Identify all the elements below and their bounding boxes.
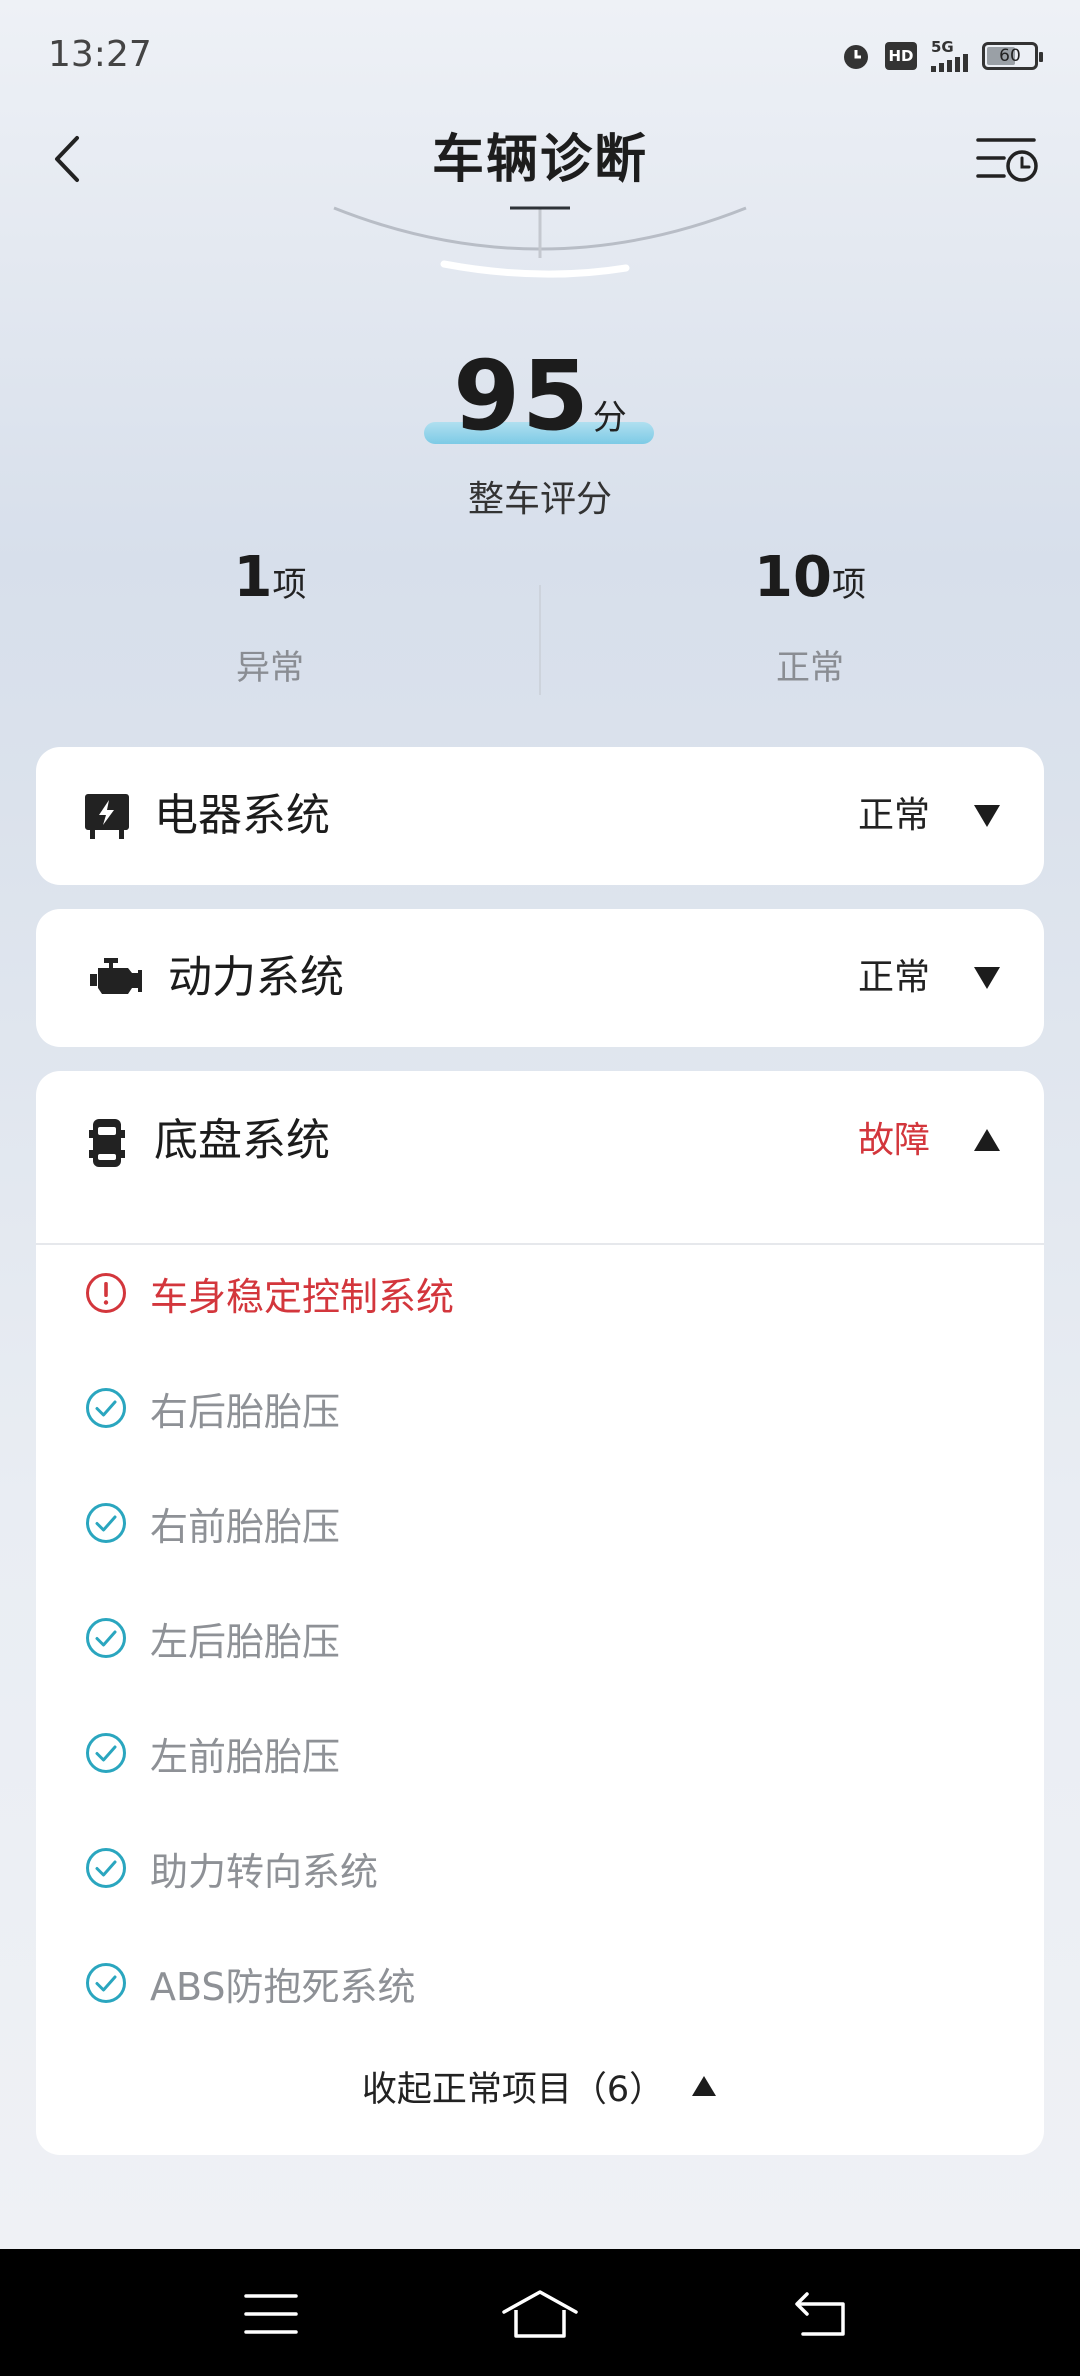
return-icon: [795, 2292, 845, 2336]
abnormal-label: 异常: [236, 648, 304, 688]
check-circle-icon: [84, 1961, 128, 2005]
check-circle-icon: [84, 1731, 128, 1775]
check-circle-icon: [84, 1846, 128, 1890]
collapse-label: 收起正常项目（6）: [361, 2069, 665, 2110]
battery-icon: 60: [982, 42, 1043, 70]
card-chassis-system: 底盘系统 故障 车身稳定控制系统 右后胎胎压 右前胎胎压 左后胎胎压 左前胎胎压…: [36, 1071, 1044, 2155]
chassis-system-name: 底盘系统: [154, 1115, 330, 1166]
chassis-item-label: 助力转向系统: [150, 1849, 379, 1894]
electric-system-status: 正常: [857, 795, 930, 836]
power-system-name: 动力系统: [168, 952, 344, 1003]
chassis-icon: [80, 1116, 134, 1170]
chassis-item-label: 左前胎胎压: [150, 1734, 341, 1779]
chassis-item-rear-right-tire[interactable]: 右后胎胎压: [84, 1373, 984, 1443]
system-nav-bar: [0, 2249, 1080, 2376]
chassis-item-abs[interactable]: ABS防抱死系统: [84, 1948, 984, 2018]
triangle-up-icon: [690, 2074, 718, 2098]
summary-stats: 1项 异常 10项 正常: [0, 545, 1080, 705]
menu-icon: [244, 2294, 298, 2334]
battery-level: 60: [999, 46, 1021, 66]
chassis-divider: [36, 1243, 1044, 1245]
hd-icon: HD: [885, 42, 917, 70]
chassis-item-label: ABS防抱死系统: [150, 1964, 416, 2009]
electric-system-toggle[interactable]: [970, 799, 1004, 833]
card-power-system: 动力系统 正常: [36, 909, 1044, 1047]
electric-system-name: 电器系统: [154, 790, 330, 841]
status-time: 13:27: [48, 34, 152, 75]
power-system-toggle[interactable]: [970, 961, 1004, 995]
power-system-header[interactable]: 动力系统 正常: [36, 909, 1044, 1047]
triangle-up-icon: [974, 1129, 1000, 1151]
normal-count: 10: [754, 545, 832, 610]
chassis-item-rear-left-tire[interactable]: 左后胎胎压: [84, 1603, 984, 1673]
header: 车辆诊断: [0, 110, 1080, 210]
page-title: 车辆诊断: [431, 130, 648, 190]
chassis-item-label: 右后胎胎压: [150, 1389, 341, 1434]
chassis-item-power-steering[interactable]: 助力转向系统: [84, 1833, 984, 1903]
normal-label: 正常: [776, 648, 844, 688]
chassis-item-label: 右前胎胎压: [150, 1504, 341, 1549]
home-icon: [502, 2290, 578, 2338]
check-circle-icon: [84, 1616, 128, 1660]
collapse-normal-items-button[interactable]: 收起正常项目（6）: [36, 2056, 1044, 2116]
chassis-item-esc[interactable]: 车身稳定控制系统: [84, 1258, 984, 1328]
overall-score: 95 分: [453, 340, 627, 452]
car-illustration: [333, 206, 747, 278]
triangle-down-icon: [974, 967, 1000, 989]
score-label: 整车评分: [467, 479, 612, 520]
chassis-item-label: 车身稳定控制系统: [150, 1274, 455, 1319]
engine-icon: [86, 951, 146, 1005]
chassis-item-front-right-tire[interactable]: 右前胎胎压: [84, 1488, 984, 1558]
signal-icon: 5G: [931, 40, 968, 72]
chassis-item-front-left-tire[interactable]: 左前胎胎压: [84, 1718, 984, 1788]
card-electric-system: 电器系统 正常: [36, 747, 1044, 885]
home-button[interactable]: [495, 2279, 585, 2349]
chassis-system-status: 故障: [857, 1120, 930, 1161]
check-circle-icon: [84, 1501, 128, 1545]
triangle-down-icon: [974, 805, 1000, 827]
history-list-icon: [976, 138, 1038, 182]
history-button[interactable]: [972, 124, 1044, 194]
electric-system-header[interactable]: 电器系统 正常: [36, 747, 1044, 885]
electric-system-icon: [80, 789, 134, 843]
chassis-system-header[interactable]: 底盘系统 故障: [36, 1071, 1044, 1243]
warning-icon: [84, 1271, 128, 1315]
score-section: 95 分: [0, 340, 1080, 452]
network-type: 5G: [931, 38, 954, 56]
score-value: 95: [453, 340, 591, 452]
chassis-system-toggle[interactable]: [970, 1123, 1004, 1157]
power-system-status: 正常: [857, 957, 930, 998]
chassis-item-label: 左后胎胎压: [150, 1619, 341, 1664]
abnormal-count: 1: [233, 545, 273, 610]
normal-stat[interactable]: 10项 正常: [540, 545, 1080, 689]
status-bar: 13:27 HD 5G 60: [0, 0, 1080, 110]
normal-unit: 项: [831, 565, 866, 605]
score-unit: 分: [592, 398, 627, 438]
status-icons: HD 5G 60: [841, 40, 1043, 72]
abnormal-unit: 项: [272, 565, 307, 605]
menu-button[interactable]: [226, 2279, 316, 2349]
abnormal-stat[interactable]: 1项 异常: [0, 545, 540, 689]
back-nav-button[interactable]: [778, 2279, 868, 2349]
alarm-icon: [844, 45, 868, 69]
check-circle-icon: [84, 1386, 128, 1430]
